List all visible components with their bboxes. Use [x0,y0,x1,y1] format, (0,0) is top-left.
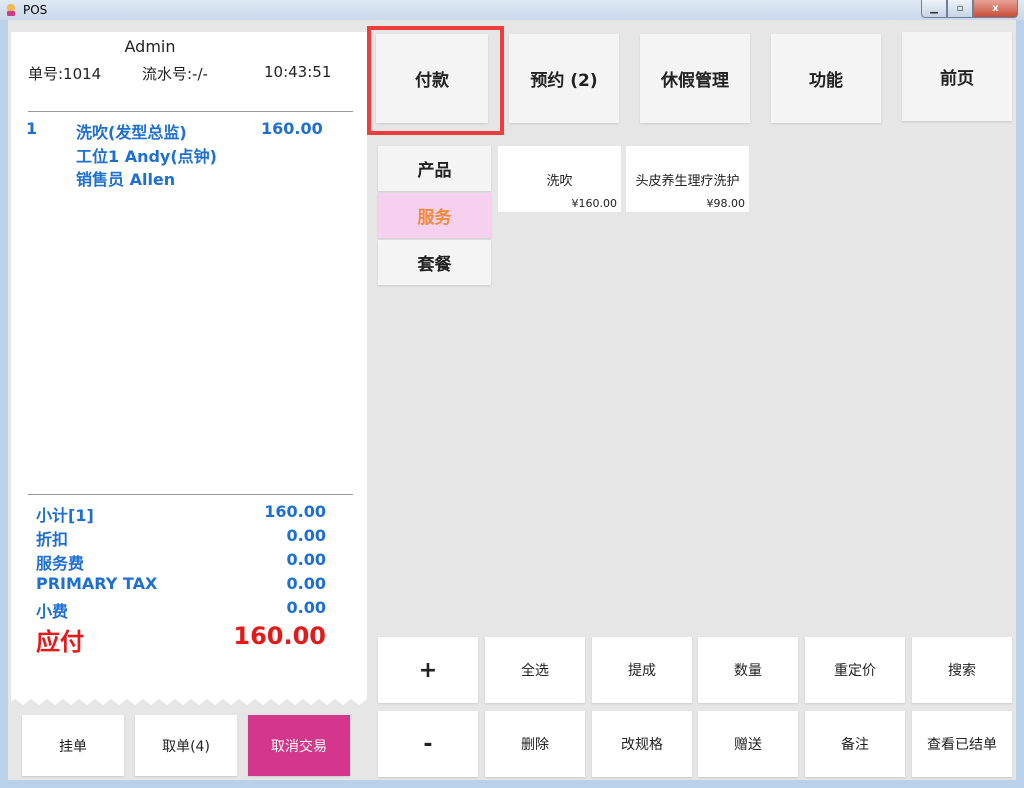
tax-label: PRIMARY TAX [36,574,158,593]
line-item-station: 工位1 Andy(点钟) [76,147,217,166]
line-item-price[interactable]: 160.00 [261,119,323,138]
receipt-totals-divider [28,494,353,495]
minimize-button[interactable]: ▁ [921,0,947,18]
subtotal-value: 160.00 [264,502,326,521]
window-frame-bottom [0,780,1024,788]
subtotal-label: 小计[1] [36,506,94,525]
receipt-torn-edge [11,697,367,705]
delete-button[interactable]: 删除 [485,711,585,777]
category-services[interactable]: 服务 [378,193,491,238]
window-title: POS [23,3,48,17]
receipt-panel: Admin 单号:1014 流水号:-/- 10:43:51 1 洗吹(发型总监… [11,32,367,698]
product-name: 头皮养生理疗洗护 [635,174,740,189]
window-controls: ▁ ▫ x [921,0,1018,18]
booking-button[interactable]: 预约 (2) [509,34,619,123]
functions-button[interactable]: 功能 [771,34,881,123]
tax-value: 0.00 [286,574,326,593]
retrieve-order-button[interactable]: 取单(4) [135,715,237,776]
tip-value: 0.00 [286,598,326,617]
product-name: 洗吹 [546,174,573,189]
close-button[interactable]: x [973,0,1018,18]
increase-button[interactable]: + [378,637,478,703]
window-frame-left [0,20,8,788]
product-price: ¥160.00 [571,197,618,210]
receipt-user: Admin [124,37,176,56]
product-tile[interactable]: 洗吹 ¥160.00 [498,146,621,212]
search-button[interactable]: 搜索 [912,637,1012,703]
product-tile[interactable]: 头皮养生理疗洗护 ¥98.00 [626,146,749,212]
window-frame-right [1016,20,1024,788]
discount-label: 折扣 [36,530,69,549]
product-price: ¥98.00 [706,197,746,210]
leave-management-button[interactable]: 休假管理 [640,34,750,123]
gift-button[interactable]: 赠送 [698,711,798,777]
category-products[interactable]: 产品 [378,146,491,191]
discount-value: 0.00 [286,526,326,545]
reprice-button[interactable]: 重定价 [805,637,905,703]
line-item-name[interactable]: 洗吹(发型总监) [76,119,187,143]
line-item-index[interactable]: 1 [26,119,37,138]
service-fee-value: 0.00 [286,550,326,569]
view-settled-orders-button[interactable]: 查看已结单 [912,711,1012,777]
remark-button[interactable]: 备注 [805,711,905,777]
pos-app-icon [7,4,15,16]
tip-label: 小费 [36,602,69,621]
maximize-button[interactable]: ▫ [947,0,973,18]
receipt-serial-number: 流水号:-/- [142,65,208,83]
cancel-transaction-button[interactable]: 取消交易 [248,715,350,776]
title-bar: POS ▁ ▫ x [0,0,1024,20]
commission-button[interactable]: 提成 [592,637,692,703]
select-all-button[interactable]: 全选 [485,637,585,703]
service-fee-label: 服务费 [36,554,85,573]
pay-button-highlight [367,26,504,135]
receipt-header-divider [28,111,353,112]
quantity-button[interactable]: 数量 [698,637,798,703]
amount-due-label: 应付 [36,628,84,656]
line-item-seller: 销售员 Allen [76,170,176,189]
change-spec-button[interactable]: 改规格 [592,711,692,777]
front-page-button[interactable]: 前页 [902,32,1012,121]
receipt-time: 10:43:51 [264,63,332,81]
category-packages[interactable]: 套餐 [378,240,491,285]
decrease-button[interactable]: - [378,711,478,777]
amount-due-value: 160.00 [233,622,326,650]
hold-order-button[interactable]: 挂单 [22,715,124,776]
receipt-order-number: 单号:1014 [28,65,102,83]
